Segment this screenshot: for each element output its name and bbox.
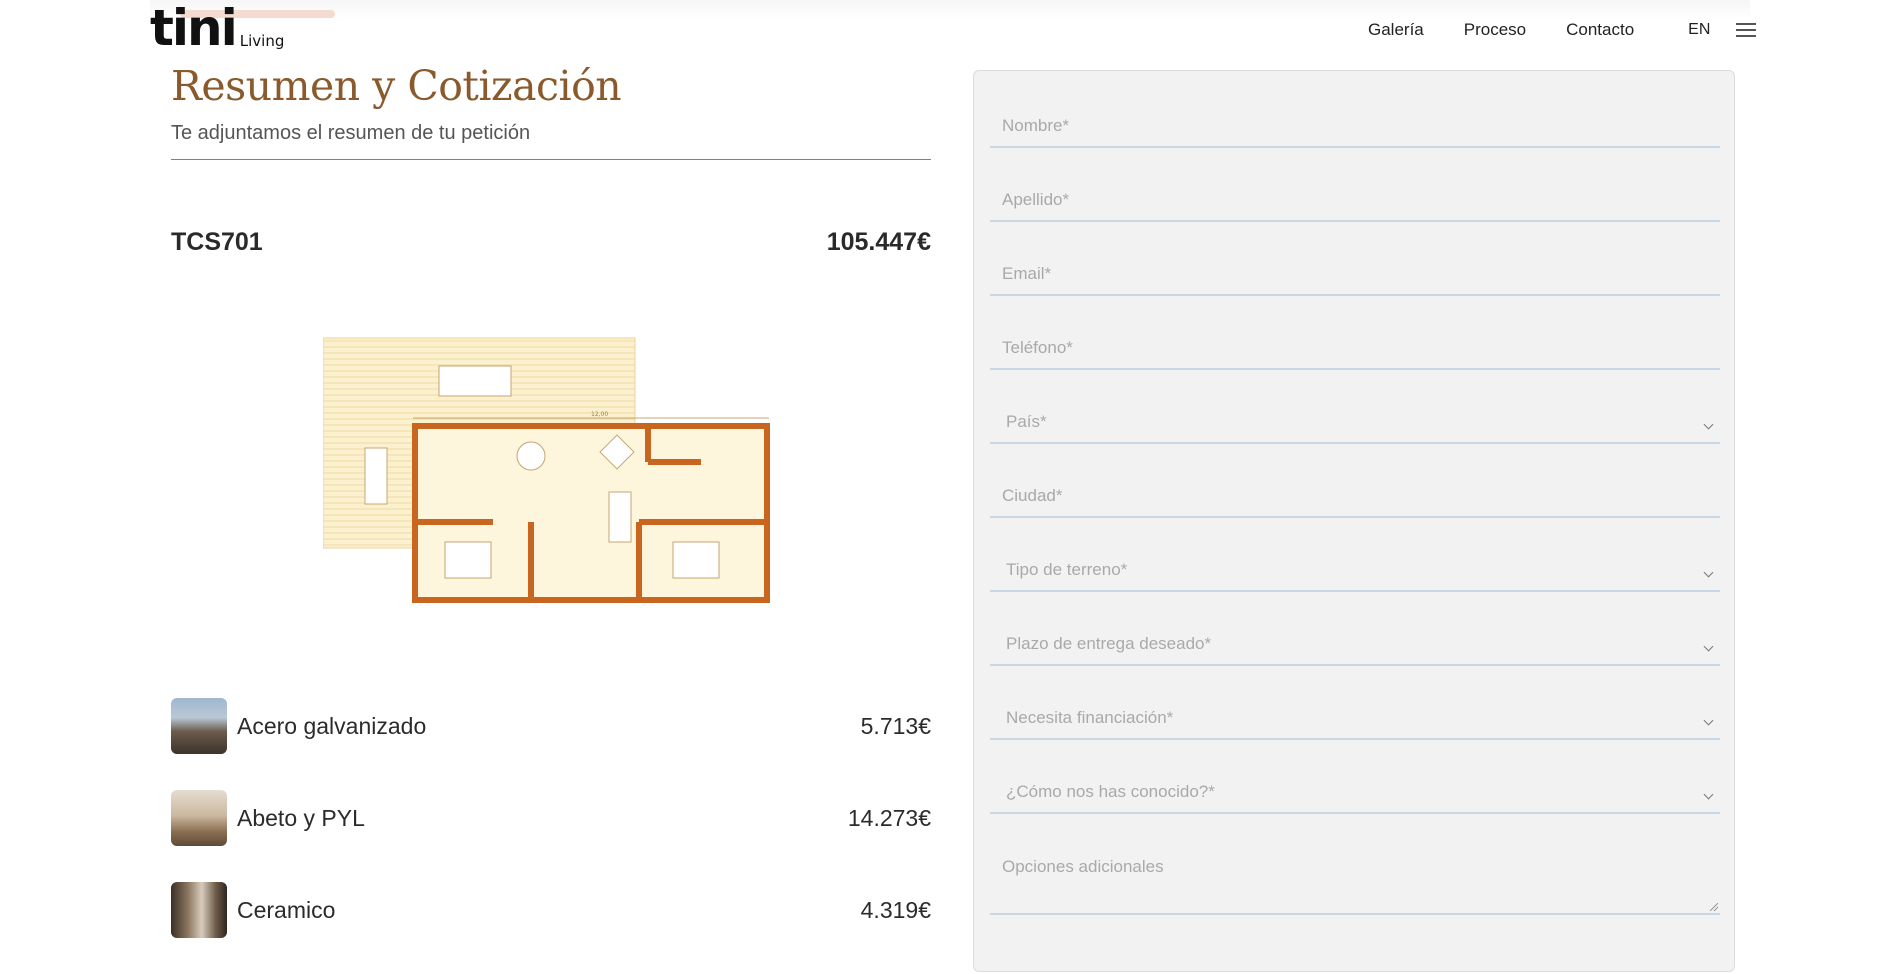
chevron-down-icon: [1703, 641, 1714, 652]
item-thumbnail: [171, 698, 227, 754]
page-subtitle: Te adjuntamos el resumen de tu petición: [171, 122, 531, 144]
plazo-entrega-placeholder: Plazo de entrega deseado*: [1006, 634, 1212, 653]
total-price: 105.447€: [826, 228, 931, 256]
list-item: Acero galvanizado 5.713€: [171, 698, 931, 754]
telefono-field[interactable]: Teléfono*: [990, 328, 1720, 370]
chevron-down-icon: [1703, 567, 1714, 578]
como-conocido-placeholder: ¿Cómo nos has conocido?*: [1006, 782, 1215, 801]
item-price: 5.713€: [860, 712, 931, 739]
resize-handle-icon[interactable]: [1710, 903, 1718, 911]
ciudad-field[interactable]: Ciudad*: [990, 476, 1720, 518]
pais-placeholder: País*: [1006, 412, 1047, 431]
item-name: Ceramico: [237, 896, 336, 923]
logo-main-text: tini: [150, 0, 238, 57]
page-title: Resumen y Cotización: [171, 62, 622, 110]
tipo-terreno-select[interactable]: Tipo de terreno*: [990, 550, 1720, 592]
main-nav: Galería Proceso Contacto EN: [1368, 20, 1757, 40]
item-name: Abeto y PYL: [237, 804, 365, 831]
item-price: 14.273€: [847, 804, 931, 831]
chevron-down-icon: [1703, 419, 1714, 430]
summary-panel: Resumen y Cotización Te adjuntamos el re…: [171, 62, 931, 938]
chevron-down-icon: [1703, 715, 1714, 726]
financiacion-placeholder: Necesita financiación*: [1006, 708, 1174, 727]
email-field[interactable]: Email*: [990, 254, 1720, 296]
model-name: TCS701: [171, 228, 263, 256]
nombre-field[interactable]: Nombre*: [990, 106, 1720, 148]
list-item: Abeto y PYL 14.273€: [171, 790, 931, 846]
floor-plan-image: 12,00: [323, 337, 770, 603]
telefono-placeholder: Teléfono*: [1002, 338, 1073, 357]
hamburger-icon[interactable]: [1736, 23, 1757, 37]
item-price: 4.319€: [860, 896, 931, 923]
item-thumbnail: [171, 790, 227, 846]
floorplan-dimension-label: 12,00: [591, 411, 608, 418]
opciones-placeholder: Opciones adicionales: [1002, 857, 1164, 876]
plazo-entrega-select[interactable]: Plazo de entrega deseado*: [990, 624, 1720, 666]
como-conocido-select[interactable]: ¿Cómo nos has conocido?*: [990, 772, 1720, 814]
list-item: Ceramico 4.319€: [171, 882, 931, 938]
nav-link-galeria[interactable]: Galería: [1368, 20, 1424, 40]
ciudad-placeholder: Ciudad*: [1002, 486, 1063, 505]
chevron-down-icon: [1703, 789, 1714, 800]
model-row: TCS701 105.447€: [171, 228, 931, 257]
language-switch[interactable]: EN: [1688, 21, 1710, 39]
nav-link-proceso[interactable]: Proceso: [1464, 20, 1526, 40]
apellido-placeholder: Apellido*: [1002, 190, 1070, 209]
title-divider: [171, 159, 931, 160]
options-list: Acero galvanizado 5.713€ Abeto y PYL 14.…: [171, 698, 931, 974]
nav-link-contacto[interactable]: Contacto: [1566, 20, 1634, 40]
item-name: Acero galvanizado: [237, 712, 427, 739]
email-placeholder: Email*: [1002, 264, 1052, 283]
quote-form: Nombre* Apellido* Email* Teléfono* País*…: [973, 70, 1735, 972]
tipo-terreno-placeholder: Tipo de terreno*: [1006, 560, 1128, 579]
financiacion-select[interactable]: Necesita financiación*: [990, 698, 1720, 740]
opciones-adicionales-textarea[interactable]: Opciones adicionales: [990, 843, 1720, 915]
header-shadow: [150, 0, 1750, 20]
apellido-field[interactable]: Apellido*: [990, 180, 1720, 222]
pais-select[interactable]: País*: [990, 402, 1720, 444]
logo-sub-text: Living: [239, 32, 285, 50]
item-thumbnail: [171, 882, 227, 938]
logo[interactable]: tini Living: [150, 0, 285, 57]
nombre-placeholder: Nombre*: [1002, 116, 1070, 135]
